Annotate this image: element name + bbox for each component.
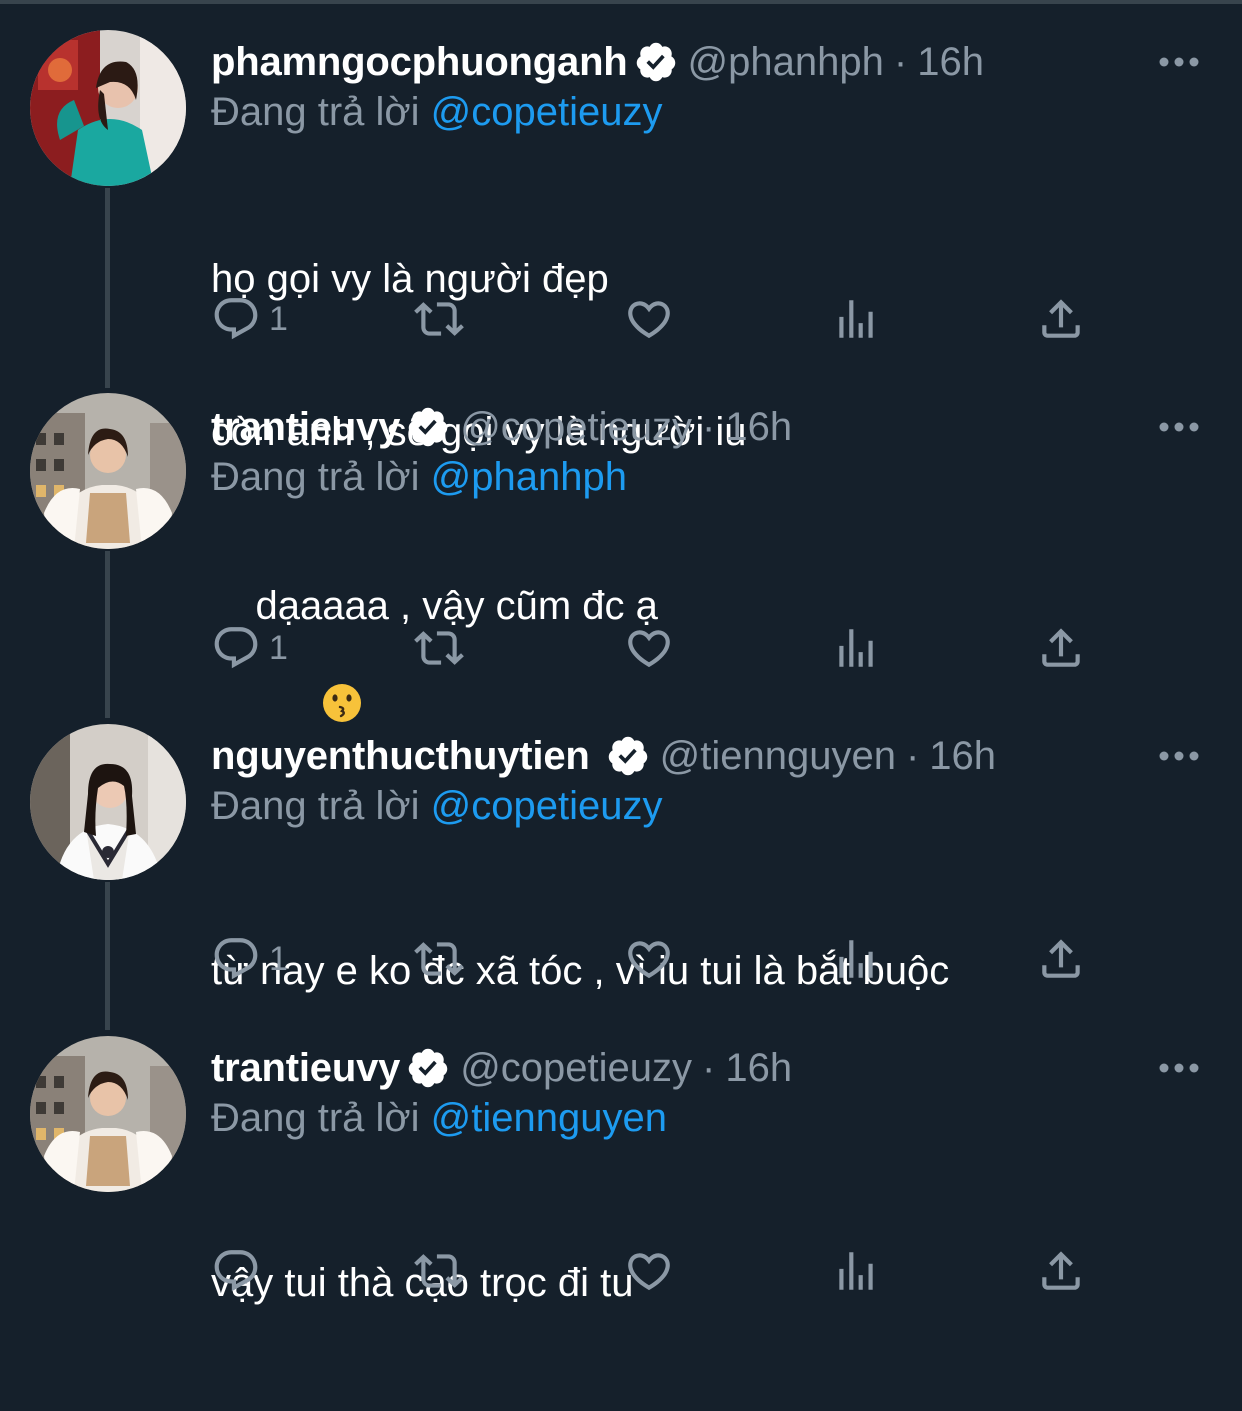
action-bar xyxy=(211,1246,1091,1296)
replying-to: Đang trả lời @tiennguyen xyxy=(211,1096,667,1141)
retweet-button[interactable] xyxy=(414,623,464,673)
timestamp[interactable]: 16h xyxy=(725,405,792,450)
share-button[interactable] xyxy=(1036,623,1086,673)
avatar[interactable] xyxy=(30,393,186,549)
heart-icon xyxy=(628,1253,670,1291)
retweet-button[interactable] xyxy=(414,1246,464,1296)
tweet-header: nguyenthucthuytien @tiennguyen · 16h xyxy=(211,728,996,784)
tweet-header: trantieuvy @copetieuzy · 16h xyxy=(211,1040,792,1096)
views-button[interactable] xyxy=(831,934,881,984)
verified-badge-icon xyxy=(406,1046,450,1090)
analytics-icon xyxy=(839,300,873,338)
replying-to-label: Đang trả lời xyxy=(211,784,420,828)
reply-count: 1 xyxy=(269,939,288,978)
retweet-icon xyxy=(414,942,464,976)
heart-icon xyxy=(628,630,670,668)
timestamp[interactable]: 16h xyxy=(929,734,996,779)
views-button[interactable] xyxy=(831,623,881,673)
timestamp[interactable]: 16h xyxy=(725,1046,792,1091)
avatar[interactable] xyxy=(30,1036,186,1192)
share-icon xyxy=(1042,939,1080,978)
display-name[interactable]: nguyenthucthuytien xyxy=(211,734,590,779)
analytics-icon xyxy=(839,1252,873,1290)
handle[interactable]: @tiennguyen xyxy=(660,734,896,779)
action-bar: 1 xyxy=(211,623,1091,673)
reply-button[interactable] xyxy=(211,1246,269,1296)
verified-badge-icon xyxy=(406,405,450,449)
reply-button[interactable]: 1 xyxy=(211,294,288,344)
retweet-icon xyxy=(414,631,464,665)
more-dots-icon[interactable] xyxy=(1158,1056,1202,1080)
replying-to-label: Đang trả lời xyxy=(211,1096,420,1140)
share-button[interactable] xyxy=(1036,294,1086,344)
verified-badge-icon xyxy=(606,734,650,778)
retweet-icon xyxy=(414,302,464,336)
replying-to-label: Đang trả lời xyxy=(211,455,420,499)
avatar[interactable] xyxy=(30,724,186,880)
action-bar: 1 xyxy=(211,294,1091,344)
handle[interactable]: @copetieuzy xyxy=(460,1046,692,1091)
retweet-button[interactable] xyxy=(414,294,464,344)
retweet-button[interactable] xyxy=(414,934,464,984)
separator: · xyxy=(702,1045,716,1090)
heart-icon xyxy=(628,301,670,339)
thread-connector xyxy=(105,551,110,718)
timestamp[interactable]: 16h xyxy=(917,40,984,85)
mention-link[interactable]: @copetieuzy xyxy=(431,784,663,828)
reply-count: 1 xyxy=(269,299,288,338)
analytics-icon xyxy=(839,629,873,667)
share-button[interactable] xyxy=(1036,934,1086,984)
like-button[interactable] xyxy=(624,294,674,344)
separator: · xyxy=(893,39,908,84)
reply-icon xyxy=(214,627,258,669)
separator: · xyxy=(905,733,920,778)
action-bar: 1 xyxy=(211,934,1091,984)
display-name[interactable]: phamngocphuonganh xyxy=(211,40,628,85)
thread-connector xyxy=(105,188,110,388)
reply-icon xyxy=(214,298,258,340)
share-button[interactable] xyxy=(1036,1246,1086,1296)
reply-icon xyxy=(214,938,258,980)
mention-link[interactable]: @copetieuzy xyxy=(431,90,663,134)
replying-to: Đang trả lời @copetieuzy xyxy=(211,784,663,829)
reply-count: 1 xyxy=(269,628,288,667)
handle[interactable]: @copetieuzy xyxy=(460,405,692,450)
replying-to: Đang trả lời @phanhph xyxy=(211,455,627,500)
top-divider xyxy=(0,0,1242,4)
display-name[interactable]: trantieuvy xyxy=(211,1046,400,1091)
avatar[interactable] xyxy=(30,30,186,186)
heart-icon xyxy=(628,941,670,979)
separator: · xyxy=(702,404,716,449)
replying-to: Đang trả lời @copetieuzy xyxy=(211,90,663,135)
more-dots-icon[interactable] xyxy=(1158,50,1202,74)
tweet-text-line: dạaaaa , vậy cũm đc ạ xyxy=(255,584,658,628)
tweet-header: trantieuvy @copetieuzy · 16h xyxy=(211,399,792,455)
replying-to-label: Đang trả lời xyxy=(211,90,420,134)
reply-icon xyxy=(214,1250,258,1292)
mention-link[interactable]: @tiennguyen xyxy=(431,1096,667,1140)
handle[interactable]: @phanhph xyxy=(688,40,884,85)
thread-connector xyxy=(105,882,110,1030)
mention-link[interactable]: @phanhph xyxy=(431,455,627,499)
share-icon xyxy=(1042,1251,1080,1290)
more-dots-icon[interactable] xyxy=(1158,744,1202,768)
verified-badge-icon xyxy=(634,40,678,84)
analytics-icon xyxy=(839,940,873,978)
like-button[interactable] xyxy=(624,1246,674,1296)
views-button[interactable] xyxy=(831,294,881,344)
reply-button[interactable]: 1 xyxy=(211,623,288,673)
share-icon xyxy=(1042,628,1080,667)
like-button[interactable] xyxy=(624,934,674,984)
more-dots-icon[interactable] xyxy=(1158,415,1202,439)
views-button[interactable] xyxy=(831,1246,881,1296)
retweet-icon xyxy=(414,1254,464,1288)
reply-button[interactable]: 1 xyxy=(211,934,288,984)
tweet-header: phamngocphuonganh @phanhph · 16h xyxy=(211,34,984,90)
share-icon xyxy=(1042,299,1080,338)
display-name[interactable]: trantieuvy xyxy=(211,405,400,450)
like-button[interactable] xyxy=(624,623,674,673)
